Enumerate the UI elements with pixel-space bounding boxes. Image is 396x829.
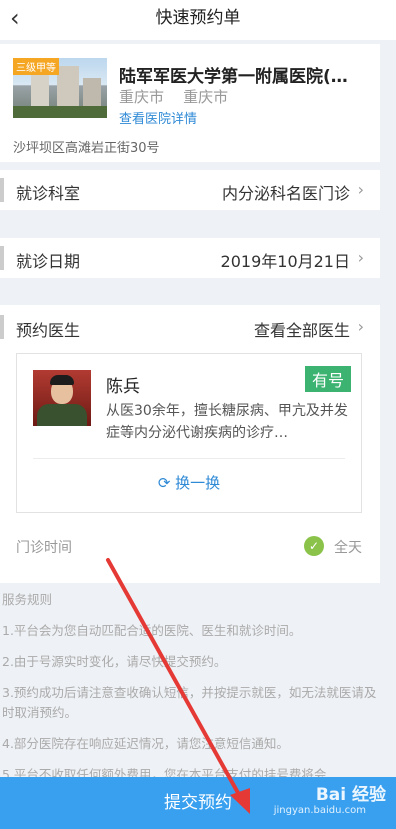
doctor-header[interactable]: 预约医生 查看全部医生 › — [0, 307, 380, 347]
hospital-detail-link[interactable]: 查看医院详情 — [119, 108, 197, 127]
department-value: 内分泌科名医门诊 — [221, 184, 350, 203]
page-title: 快速预约单 — [155, 8, 241, 28]
rule-item: 4.部分医院存在响应延迟情况，请您注意短信通知。 — [2, 736, 289, 751]
rule-item: 2.由于号源实时变化，请尽快提交预约。 — [2, 654, 227, 669]
date-row[interactable]: 就诊日期 2019年10月21日 › — [0, 238, 380, 278]
clinic-time-value: 全天 — [334, 540, 362, 556]
service-rules: 服务规则 1.平台会为您自动匹配合适的医院、医生和就诊时间。 2.由于号源实时变… — [0, 588, 396, 785]
department-label: 就诊科室 — [16, 184, 81, 203]
department-row[interactable]: 就诊科室 内分泌科名医门诊 › — [0, 170, 380, 210]
refresh-icon: ⟳ — [157, 474, 171, 492]
check-icon: ✓ — [304, 536, 324, 556]
chevron-right-icon: › — [357, 317, 364, 336]
rule-item: 3.预约成功后请注意查收确认短信，并按提示就医，如无法就医请及时取消预约。 — [2, 685, 377, 720]
divider — [33, 458, 345, 459]
date-value: 2019年10月21日 — [220, 252, 350, 271]
doctor-section: 预约医生 查看全部医生 › 陈兵 有号 从医30余年，擅长糖尿病、甲亢及并发症等… — [0, 305, 380, 583]
rule-item: 1.平台会为您自动匹配合适的医院、医生和就诊时间。 — [2, 623, 302, 638]
clinic-time-label: 门诊时间 — [16, 540, 72, 556]
chevron-right-icon: › — [357, 180, 364, 199]
top-bar: ‹ 快速预约单 — [0, 0, 396, 40]
rules-title: 服务规则 — [2, 592, 53, 607]
hospital-address: 沙坪坝区高滩岩正街30号 — [13, 141, 160, 156]
availability-badge: 有号 — [304, 366, 351, 392]
watermark-url: jingyan.baidu.com — [273, 805, 366, 816]
doctor-name: 陈兵 — [106, 377, 140, 397]
hospital-level-badge: 三级甲等 — [13, 58, 59, 75]
doctor-description: 从医30余年，擅长糖尿病、甲亢及并发症等内分泌代谢疾病的诊疗… — [106, 403, 348, 441]
chevron-right-icon: › — [357, 248, 364, 267]
hospital-card: 三级甲等 陆军军医大学第一附属医院(… 重庆市 重庆市 查看医院详情 沙坪坝区高… — [0, 44, 380, 162]
doctor-label: 预约医生 — [16, 321, 81, 340]
hospital-name: 陆军军医大学第一附属医院(… — [119, 67, 348, 87]
doctor-avatar — [33, 370, 91, 426]
view-all-doctors-link[interactable]: 查看全部医生 — [254, 317, 350, 341]
swap-label: 换一换 — [175, 474, 221, 492]
baidu-watermark: Bai 经验 — [315, 785, 386, 805]
doctor-card[interactable]: 陈兵 有号 从医30余年，擅长糖尿病、甲亢及并发症等内分泌代谢疾病的诊疗… ⟳ … — [16, 353, 362, 513]
date-label: 就诊日期 — [16, 252, 81, 271]
hospital-city: 重庆市 重庆市 — [119, 88, 229, 106]
swap-doctor-button[interactable]: ⟳ 换一换 — [17, 472, 361, 493]
